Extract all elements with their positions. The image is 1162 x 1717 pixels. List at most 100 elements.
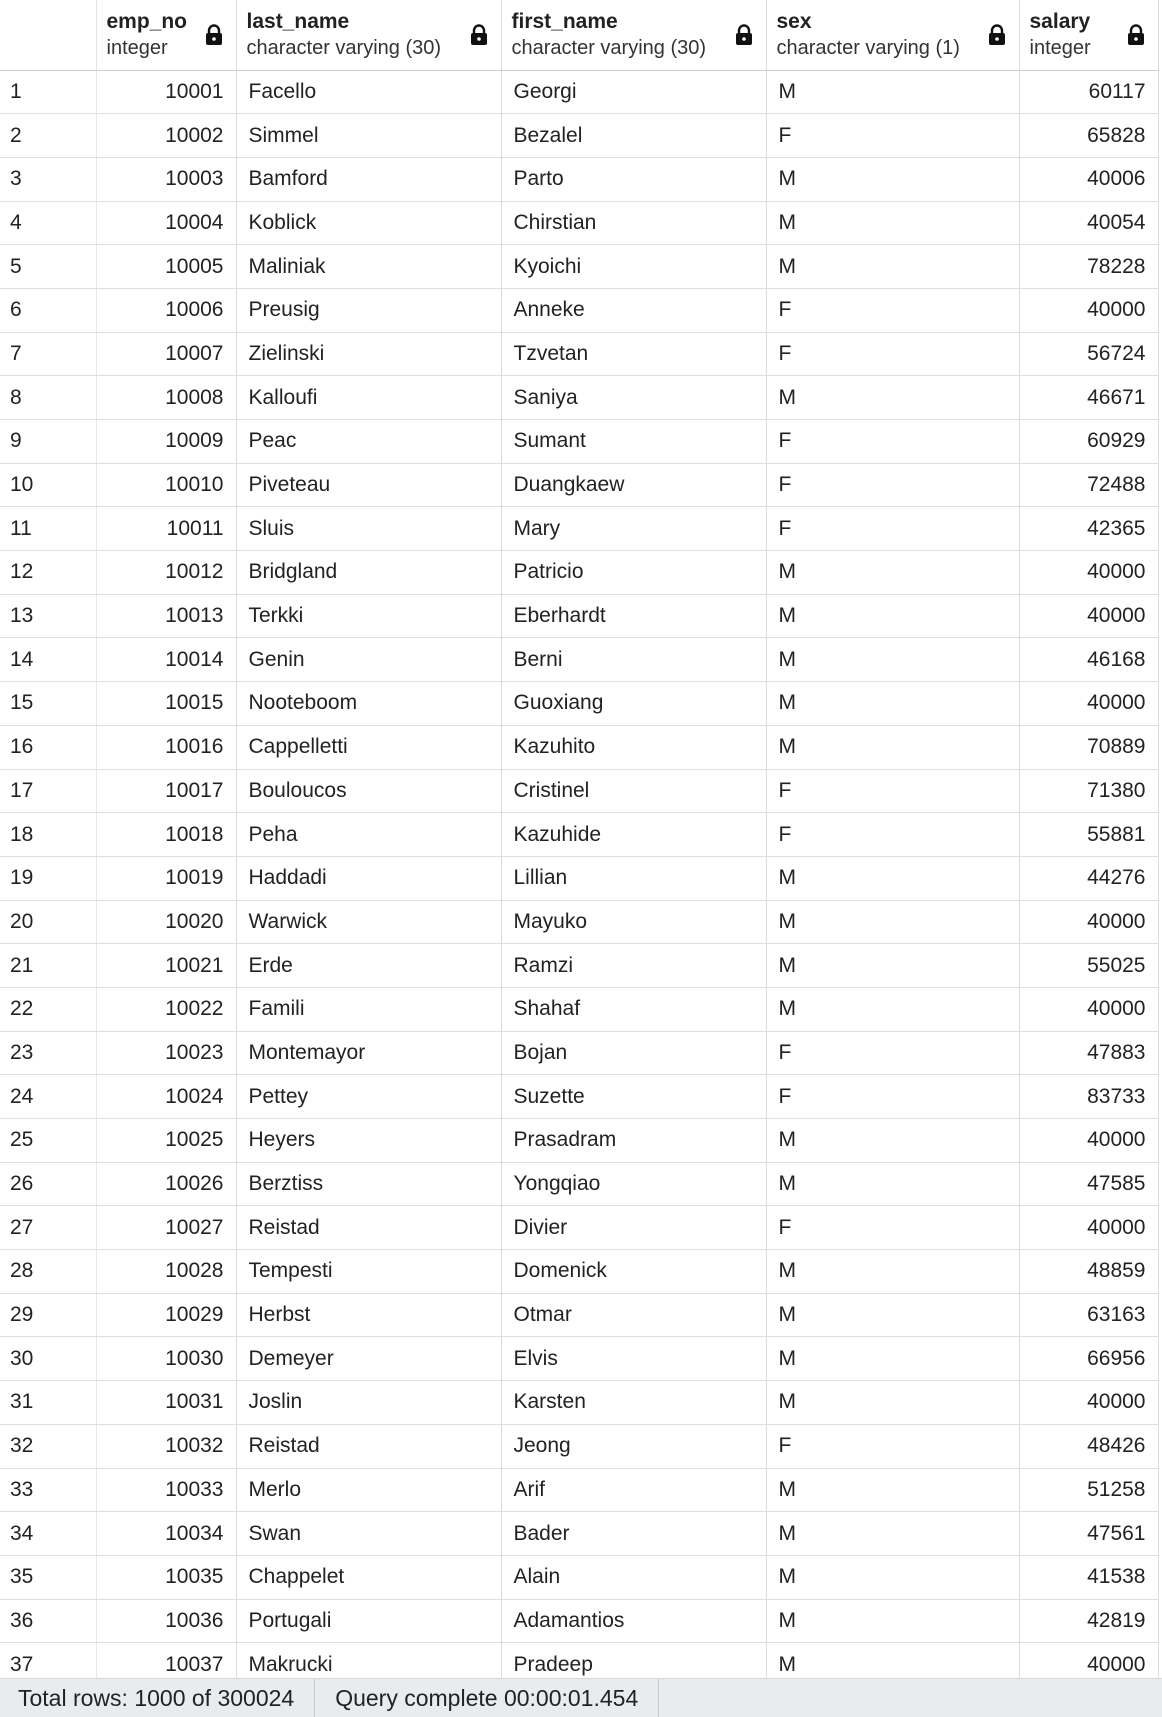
cell-salary[interactable]: 44276 <box>1019 856 1159 901</box>
table-row[interactable]: 22 10022 Famili Shahaf M 40000 <box>0 987 1159 1032</box>
cell-emp-no[interactable]: 10010 <box>96 463 237 508</box>
cell-first-name[interactable]: Elvis <box>501 1336 767 1382</box>
cell-emp-no[interactable]: 10023 <box>96 1031 237 1076</box>
cell-salary[interactable]: 40000 <box>1019 987 1159 1032</box>
cell-first-name[interactable]: Alain <box>501 1555 767 1600</box>
cell-last-name[interactable]: Preusig <box>236 288 502 333</box>
row-number[interactable]: 4 <box>0 201 97 246</box>
cell-sex[interactable]: M <box>766 1249 1020 1294</box>
row-number[interactable]: 18 <box>0 812 97 857</box>
row-number[interactable]: 36 <box>0 1599 97 1644</box>
cell-last-name[interactable]: Demeyer <box>236 1336 502 1382</box>
data-output-grid[interactable]: emp_no integer last_name character varyi… <box>0 0 1162 1678</box>
cell-emp-no[interactable]: 10032 <box>96 1424 237 1469</box>
cell-last-name[interactable]: Merlo <box>236 1468 502 1513</box>
cell-first-name[interactable]: Tzvetan <box>501 332 767 377</box>
row-number[interactable]: 7 <box>0 332 97 377</box>
table-row[interactable]: 31 10031 Joslin Karsten M 40000 <box>0 1380 1159 1425</box>
cell-sex[interactable]: M <box>766 900 1020 945</box>
row-number[interactable]: 30 <box>0 1336 97 1382</box>
cell-sex[interactable]: F <box>766 419 1020 464</box>
cell-emp-no[interactable]: 10026 <box>96 1162 237 1207</box>
table-row[interactable]: 30 10030 Demeyer Elvis M 66956 <box>0 1336 1159 1382</box>
cell-first-name[interactable]: Karsten <box>501 1380 767 1425</box>
column-header-last-name[interactable]: last_name character varying (30) <box>236 0 502 71</box>
row-number[interactable]: 16 <box>0 725 97 770</box>
cell-emp-no[interactable]: 10014 <box>96 637 237 683</box>
cell-sex[interactable]: M <box>766 1468 1020 1513</box>
cell-emp-no[interactable]: 10004 <box>96 201 237 246</box>
table-row[interactable]: 37 10037 Makrucki Pradeep M 40000 <box>0 1642 1159 1678</box>
cell-emp-no[interactable]: 10031 <box>96 1380 237 1425</box>
cell-first-name[interactable]: Mayuko <box>501 900 767 945</box>
row-number[interactable]: 11 <box>0 506 97 552</box>
cell-emp-no[interactable]: 10006 <box>96 288 237 333</box>
cell-first-name[interactable]: Pradeep <box>501 1642 767 1678</box>
row-number[interactable]: 26 <box>0 1162 97 1207</box>
cell-emp-no[interactable]: 10002 <box>96 113 237 158</box>
cell-sex[interactable]: M <box>766 725 1020 770</box>
cell-last-name[interactable]: Heyers <box>236 1118 502 1163</box>
row-number[interactable]: 29 <box>0 1293 97 1338</box>
row-number[interactable]: 10 <box>0 463 97 508</box>
table-row[interactable]: 29 10029 Herbst Otmar M 63163 <box>0 1293 1159 1338</box>
cell-sex[interactable]: M <box>766 157 1020 202</box>
cell-first-name[interactable]: Guoxiang <box>501 681 767 726</box>
row-number[interactable]: 25 <box>0 1118 97 1163</box>
cell-emp-no[interactable]: 10005 <box>96 244 237 289</box>
cell-last-name[interactable]: Reistad <box>236 1424 502 1469</box>
cell-sex[interactable]: M <box>766 594 1020 639</box>
cell-last-name[interactable]: Makrucki <box>236 1642 502 1678</box>
cell-last-name[interactable]: Cappelletti <box>236 725 502 770</box>
cell-salary[interactable]: 65828 <box>1019 113 1159 158</box>
cell-last-name[interactable]: Bamford <box>236 157 502 202</box>
cell-salary[interactable]: 40000 <box>1019 681 1159 726</box>
cell-sex[interactable]: M <box>766 943 1020 988</box>
cell-first-name[interactable]: Otmar <box>501 1293 767 1338</box>
table-row[interactable]: 25 10025 Heyers Prasadram M 40000 <box>0 1118 1159 1163</box>
row-number[interactable]: 33 <box>0 1468 97 1513</box>
cell-sex[interactable]: F <box>766 506 1020 552</box>
row-number[interactable]: 24 <box>0 1074 97 1119</box>
cell-emp-no[interactable]: 10019 <box>96 856 237 901</box>
table-row[interactable]: 15 10015 Nooteboom Guoxiang M 40000 <box>0 681 1159 726</box>
cell-last-name[interactable]: Sluis <box>236 506 502 552</box>
cell-first-name[interactable]: Georgi <box>501 70 767 115</box>
cell-first-name[interactable]: Yongqiao <box>501 1162 767 1207</box>
row-number[interactable]: 19 <box>0 856 97 901</box>
table-row[interactable]: 4 10004 Koblick Chirstian M 40054 <box>0 201 1159 246</box>
table-row[interactable]: 7 10007 Zielinski Tzvetan F 56724 <box>0 332 1159 377</box>
cell-last-name[interactable]: Bouloucos <box>236 769 502 814</box>
table-row[interactable]: 24 10024 Pettey Suzette F 83733 <box>0 1074 1159 1119</box>
column-header-emp-no[interactable]: emp_no integer <box>96 0 237 71</box>
cell-sex[interactable]: M <box>766 1642 1020 1678</box>
cell-first-name[interactable]: Duangkaew <box>501 463 767 508</box>
cell-emp-no[interactable]: 10015 <box>96 681 237 726</box>
cell-salary[interactable]: 40000 <box>1019 1380 1159 1425</box>
table-row[interactable]: 19 10019 Haddadi Lillian M 44276 <box>0 856 1159 901</box>
cell-salary[interactable]: 41538 <box>1019 1555 1159 1600</box>
cell-last-name[interactable]: Berztiss <box>236 1162 502 1207</box>
cell-emp-no[interactable]: 10033 <box>96 1468 237 1513</box>
row-number[interactable]: 23 <box>0 1031 97 1076</box>
cell-first-name[interactable]: Divier <box>501 1205 767 1251</box>
cell-last-name[interactable]: Maliniak <box>236 244 502 289</box>
cell-last-name[interactable]: Erde <box>236 943 502 988</box>
cell-first-name[interactable]: Mary <box>501 506 767 552</box>
cell-sex[interactable]: F <box>766 113 1020 158</box>
cell-last-name[interactable]: Montemayor <box>236 1031 502 1076</box>
table-row[interactable]: 10 10010 Piveteau Duangkaew F 72488 <box>0 463 1159 508</box>
table-row[interactable]: 1 10001 Facello Georgi M 60117 <box>0 70 1159 115</box>
table-row[interactable]: 33 10033 Merlo Arif M 51258 <box>0 1468 1159 1513</box>
row-number[interactable]: 17 <box>0 769 97 814</box>
cell-first-name[interactable]: Shahaf <box>501 987 767 1032</box>
table-row[interactable]: 35 10035 Chappelet Alain M 41538 <box>0 1555 1159 1600</box>
cell-emp-no[interactable]: 10034 <box>96 1511 237 1556</box>
cell-first-name[interactable]: Adamantios <box>501 1599 767 1644</box>
cell-salary[interactable]: 60929 <box>1019 419 1159 464</box>
table-row[interactable]: 12 10012 Bridgland Patricio M 40000 <box>0 550 1159 595</box>
cell-first-name[interactable]: Jeong <box>501 1424 767 1469</box>
cell-salary[interactable]: 71380 <box>1019 769 1159 814</box>
cell-sex[interactable]: M <box>766 550 1020 595</box>
cell-emp-no[interactable]: 10012 <box>96 550 237 595</box>
